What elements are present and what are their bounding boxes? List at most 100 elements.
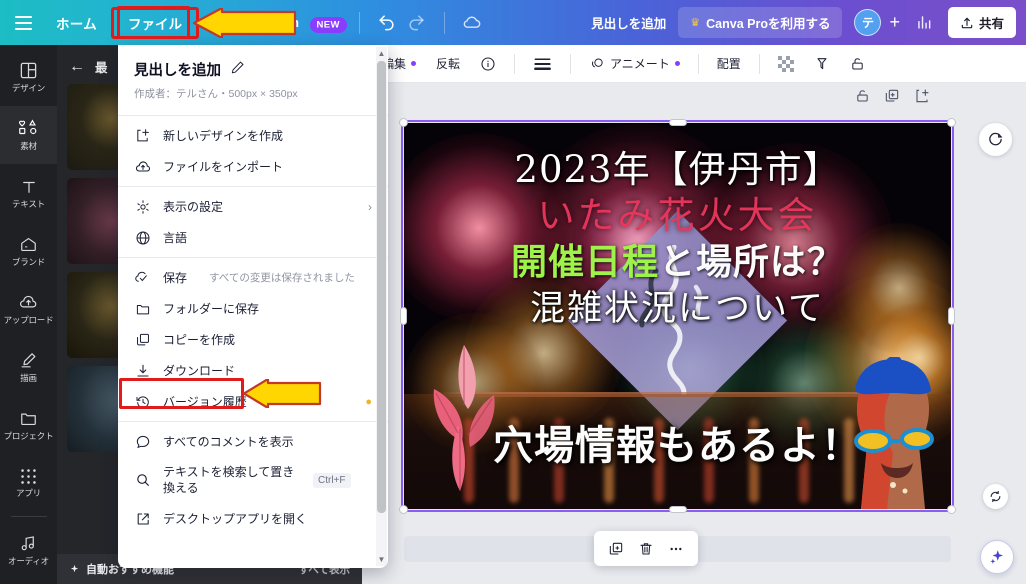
design-page-wrapper[interactable]: 2023年【伊丹市】 いたみ花火大会 開催日程と場所は？ 混雑状況について 穴場… bbox=[399, 118, 956, 514]
sidebar-label-projects: プロジェクト bbox=[3, 431, 54, 442]
add-heading-button[interactable]: 見出しを追加 bbox=[579, 7, 678, 38]
panel-title: 最 bbox=[95, 61, 108, 75]
canva-pro-button[interactable]: ♛ Canva Proを利用する bbox=[678, 7, 843, 38]
resize-handle-left[interactable] bbox=[400, 307, 407, 325]
menu-item-open-desktop-app[interactable]: デスクトップアプリを開く bbox=[118, 503, 388, 534]
switch-label: Switch bbox=[257, 15, 299, 30]
canvas-scroll-area[interactable]: 2023年【伊丹市】 いたみ花火大会 開催日程と場所は？ 混雑状況について 穴場… bbox=[362, 83, 1026, 584]
editor-area: 編集 反転 アニメート 配置 2023年【伊丹市】 いたみ花火大会 開催日程と場… bbox=[362, 45, 1026, 584]
canvas-line-4: 混雑状況について bbox=[530, 289, 825, 329]
menu-scrollbar-thumb[interactable] bbox=[377, 61, 386, 513]
copy-icon bbox=[134, 332, 151, 348]
resize-handle-tl[interactable] bbox=[399, 118, 408, 127]
menu-item-save[interactable]: 保存 すべての変更は保存されました bbox=[118, 262, 388, 293]
hamburger-menu-icon[interactable] bbox=[0, 14, 46, 32]
add-collaborator-button[interactable]: + bbox=[889, 12, 900, 33]
menu-item-new-design[interactable]: 新しいデザインを作成 bbox=[118, 120, 388, 151]
resize-handle-top[interactable] bbox=[668, 119, 687, 126]
trash-icon[interactable] bbox=[632, 536, 660, 561]
animate-button[interactable]: アニメート bbox=[581, 50, 688, 77]
globe-icon bbox=[134, 230, 151, 246]
menu-item-version-history[interactable]: バージョン履歴 ● bbox=[118, 386, 388, 417]
menu-item-download[interactable]: ダウンロード bbox=[118, 355, 388, 386]
info-icon[interactable] bbox=[472, 51, 504, 77]
canva-editor-window: ホーム ファイル Switch NEW 見出しを追加 ♛ Canva Proを利… bbox=[0, 0, 1026, 584]
canvas-line-3-white: と場所は？ bbox=[659, 241, 845, 283]
transparency-icon[interactable] bbox=[770, 51, 802, 77]
lock-icon[interactable] bbox=[842, 51, 873, 77]
toolbar-sep bbox=[758, 53, 760, 74]
cloud-sync-icon[interactable] bbox=[457, 8, 487, 38]
menu-scrollbar[interactable]: ▲ ▼ bbox=[376, 47, 387, 566]
sidebar-item-apps[interactable]: アプリ bbox=[0, 454, 57, 512]
sidebar-label-upload: アップロード bbox=[3, 315, 54, 326]
edit-badge-dot bbox=[411, 61, 417, 66]
refresh-icon[interactable] bbox=[983, 484, 1008, 509]
element-toolbar: 編集 反転 アニメート 配置 bbox=[362, 45, 1026, 83]
sidebar-item-upload[interactable]: アップロード bbox=[0, 280, 57, 338]
scroll-up-arrow[interactable]: ▲ bbox=[376, 49, 387, 58]
sidebar-label-brand: ブランド bbox=[11, 257, 46, 268]
resize-handle-bl[interactable] bbox=[399, 505, 408, 514]
toolbar-sep bbox=[697, 53, 699, 74]
sidebar-item-design[interactable]: デザイン bbox=[0, 48, 57, 106]
sidebar-item-projects[interactable]: プロジェクト bbox=[0, 396, 57, 454]
more-icon[interactable] bbox=[662, 536, 690, 561]
duplicate-page-icon[interactable] bbox=[884, 88, 900, 109]
flip-button[interactable]: 反転 bbox=[428, 50, 468, 77]
position-button[interactable]: 配置 bbox=[709, 50, 749, 77]
file-button[interactable]: ファイル bbox=[111, 6, 199, 39]
menu-item-display-settings[interactable]: 表示の設定 › bbox=[118, 191, 388, 222]
sidebar-item-draw[interactable]: 描画 bbox=[0, 338, 57, 396]
sidebar-label-text: テキスト bbox=[12, 198, 45, 209]
sidebar-item-audio[interactable]: オーディオ bbox=[0, 521, 57, 579]
save-status: すべての変更は保存されました bbox=[209, 272, 355, 284]
redo-icon[interactable] bbox=[402, 8, 432, 38]
share-button[interactable]: 共有 bbox=[947, 7, 1016, 38]
sidebar-label-elements: 素材 bbox=[20, 141, 37, 152]
resize-handle-br[interactable] bbox=[947, 505, 956, 514]
comment-icon bbox=[134, 434, 151, 450]
magic-sparkle-icon[interactable] bbox=[980, 540, 1014, 574]
add-page-icon[interactable] bbox=[914, 88, 930, 109]
toolbar-sep bbox=[514, 53, 516, 74]
chevron-right-icon: › bbox=[368, 199, 372, 214]
gear-icon bbox=[134, 199, 151, 215]
file-dropdown-menu: 見出しを追加 作成者：テルさん・500px × 350px 新しいデザインを作成 bbox=[118, 45, 388, 568]
menu-divider bbox=[118, 257, 388, 258]
back-arrow-icon[interactable]: ← bbox=[69, 58, 85, 76]
analytics-icon[interactable] bbox=[910, 8, 940, 38]
switch-button[interactable]: Switch NEW bbox=[257, 15, 347, 33]
sidebar-divider bbox=[10, 516, 47, 517]
file-menu-wrapper: ファイル bbox=[111, 6, 199, 39]
menu-item-language[interactable]: 言語 bbox=[118, 222, 388, 253]
resize-handle-bottom[interactable] bbox=[668, 506, 687, 513]
pencil-icon[interactable] bbox=[230, 60, 245, 80]
sidebar-item-elements[interactable]: 素材 bbox=[0, 106, 57, 164]
sidebar-item-text[interactable]: テキスト bbox=[0, 164, 57, 222]
find-replace-shortcut: Ctrl+F bbox=[313, 472, 351, 488]
avatar[interactable]: テ bbox=[854, 9, 882, 36]
scroll-down-arrow[interactable]: ▼ bbox=[376, 555, 387, 564]
color-picker-icon[interactable] bbox=[806, 51, 838, 77]
menu-item-find-replace[interactable]: テキストを検索して置き換える Ctrl+F bbox=[118, 457, 388, 503]
download-icon bbox=[134, 363, 151, 379]
external-link-icon bbox=[134, 511, 151, 527]
menu-item-make-copy[interactable]: コピーを作成 bbox=[118, 324, 388, 355]
duplicate-icon[interactable] bbox=[602, 536, 630, 561]
design-page[interactable]: 2023年【伊丹市】 いたみ花火大会 開催日程と場所は？ 混雑状況について 穴場… bbox=[404, 123, 951, 509]
canva-pro-label: Canva Proを利用する bbox=[706, 17, 831, 31]
undo-icon[interactable] bbox=[372, 8, 402, 38]
sidebar-item-brand[interactable]: ブランド bbox=[0, 222, 57, 280]
lock-icon[interactable] bbox=[855, 88, 870, 109]
rotate-icon[interactable] bbox=[979, 123, 1012, 156]
menu-item-show-comments[interactable]: すべてのコメントを表示 bbox=[118, 426, 388, 457]
crown-icon: ● bbox=[365, 395, 372, 408]
menu-item-import-file[interactable]: ファイルをインポート bbox=[118, 151, 388, 182]
menu-item-save-to-folder[interactable]: フォルダーに保存 bbox=[118, 293, 388, 324]
resize-handle-right[interactable] bbox=[948, 307, 955, 325]
lines-icon[interactable] bbox=[525, 51, 560, 77]
home-button[interactable]: ホーム bbox=[46, 7, 107, 39]
page-tools bbox=[855, 88, 930, 109]
resize-handle-tr[interactable] bbox=[947, 118, 956, 127]
